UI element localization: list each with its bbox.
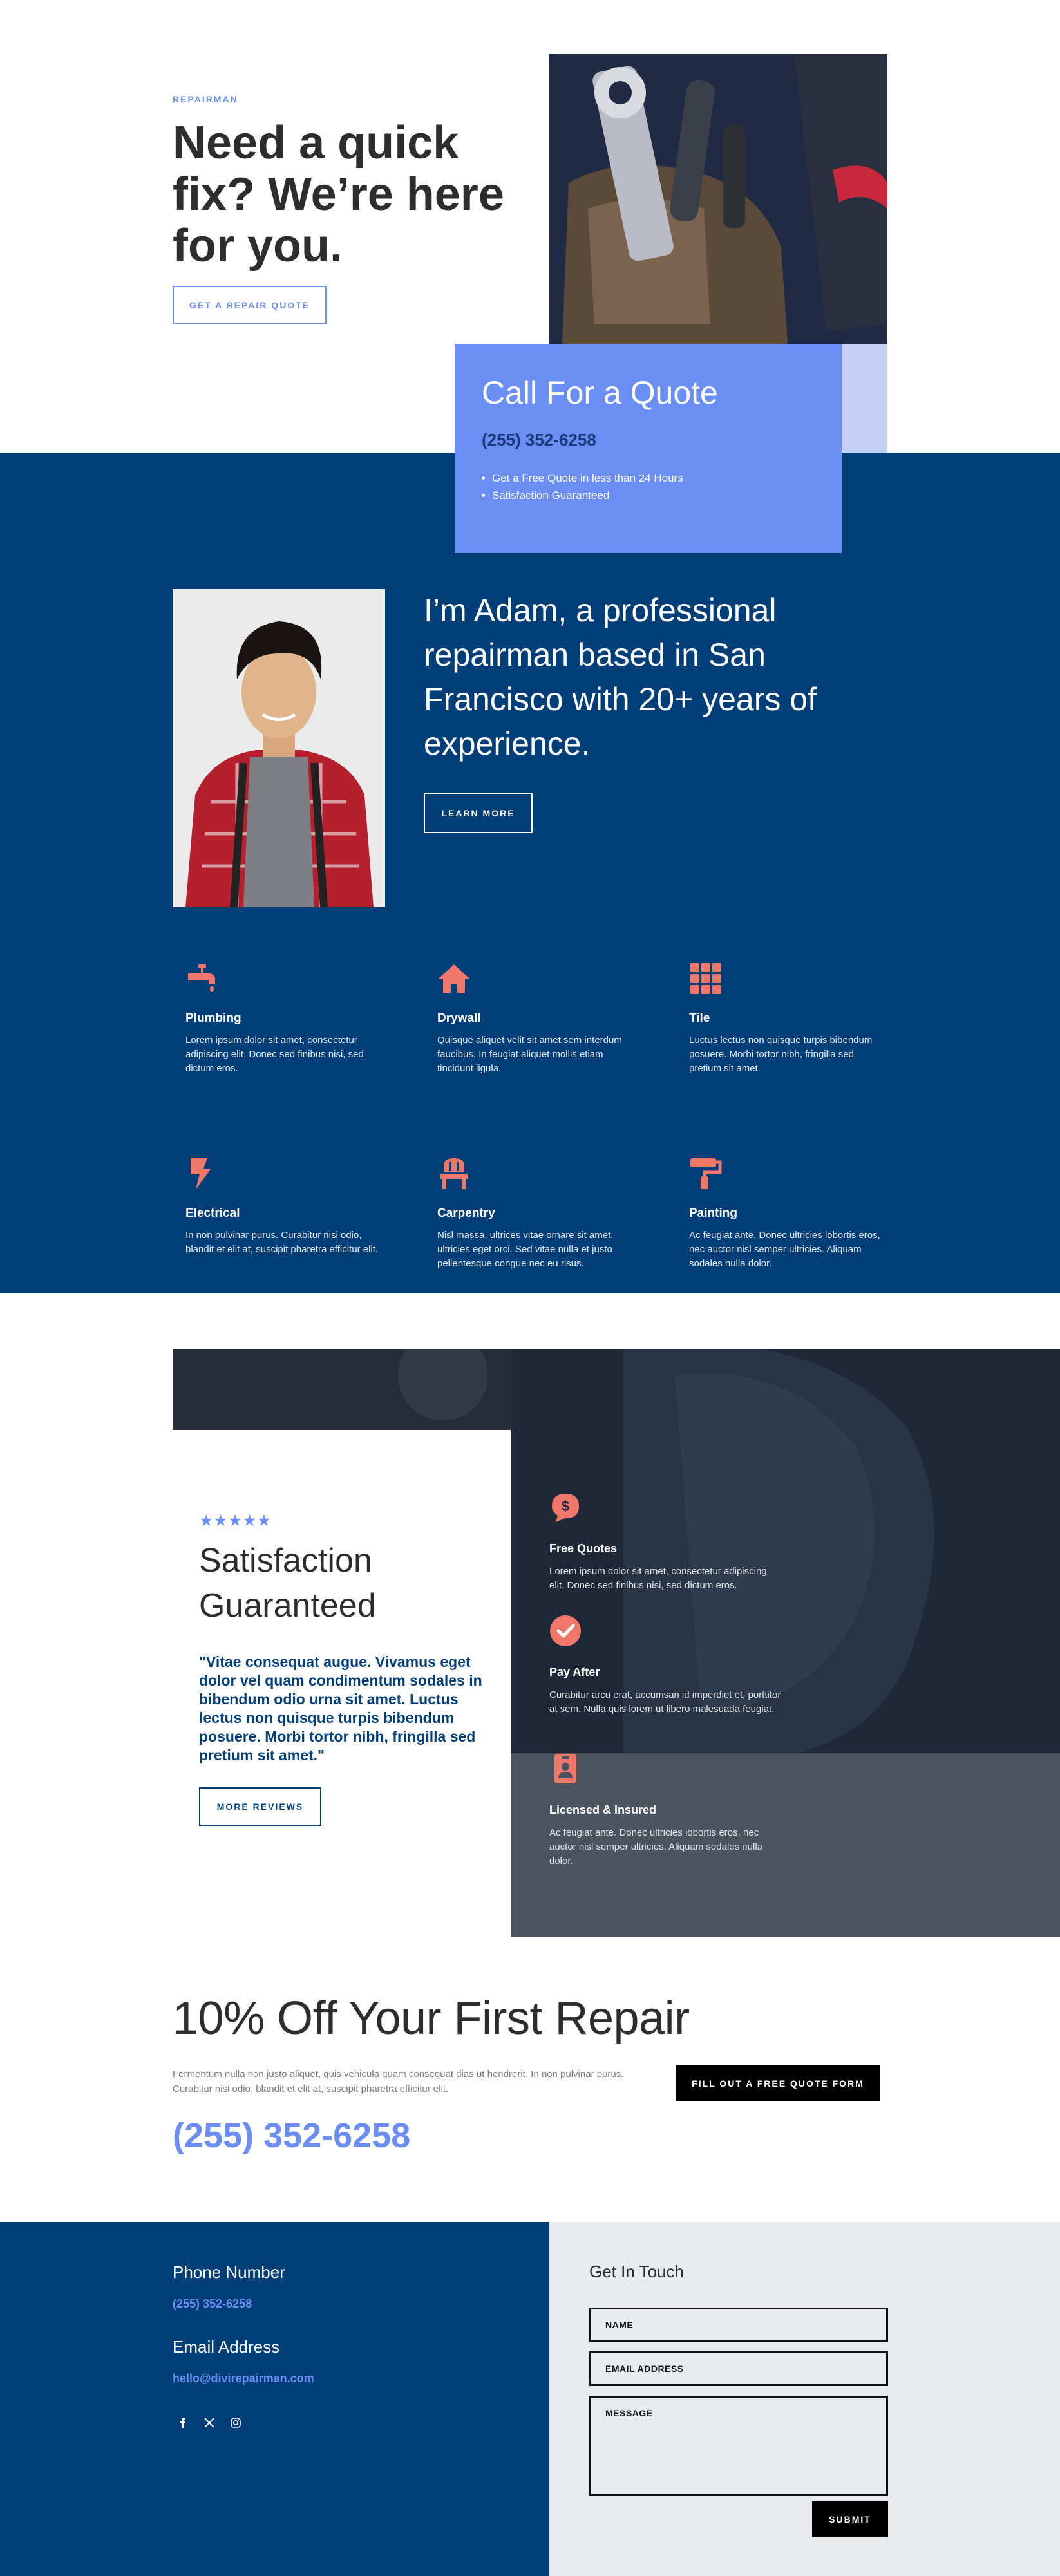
- feature-text: Ac feugiat ante. Donec ultricies loborti…: [549, 1827, 762, 1866]
- feature-text: Lorem ipsum dolor sit amet, consectetur …: [549, 1566, 767, 1591]
- service-painting: Painting Ac feugiat ante. Donec ultricie…: [689, 1157, 882, 1271]
- lightning-icon: [191, 1158, 211, 1189]
- hero-title: Need a quick fix? We’re here for you.: [173, 117, 504, 272]
- id-badge-icon: [554, 1754, 576, 1783]
- feature-title: Licensed & Insured: [549, 1803, 657, 1816]
- service-title: Tile: [689, 1011, 710, 1025]
- tile-grid-icon: [690, 963, 721, 994]
- learn-more-button[interactable]: LEARN MORE: [424, 793, 533, 833]
- list-item: Satisfaction Guaranteed: [482, 487, 815, 504]
- hero-eyebrow: REPAIRMAN: [173, 94, 238, 104]
- email-field[interactable]: EMAIL ADDRESS: [589, 2351, 888, 2386]
- x-icon[interactable]: [200, 2414, 218, 2432]
- service-title: Drywall: [437, 1011, 481, 1025]
- get-repair-quote-button[interactable]: GET A REPAIR QUOTE: [173, 286, 327, 324]
- service-text: In non pulvinar purus. Curabitur nisi od…: [185, 1230, 379, 1255]
- service-text: Ac feugiat ante. Donec ultricies loborti…: [689, 1230, 880, 1269]
- get-in-touch-heading: Get In Touch: [589, 2262, 684, 2281]
- service-tile: Tile Luctus lectus non quisque turpis bi…: [689, 962, 882, 1076]
- service-title: Electrical: [185, 1207, 240, 1220]
- feature-pay-after: Pay After Curabitur arcu erat, accumsan …: [549, 1615, 781, 1716]
- call-for-quote-card: Call For a Quote (255) 352-6258 Get a Fr…: [455, 344, 842, 553]
- service-drywall: Drywall Quisque aliquet velit sit amet s…: [437, 962, 630, 1076]
- service-text: Quisque aliquet velit sit amet sem inter…: [437, 1035, 622, 1074]
- service-text: Lorem ipsum dolor sit amet, consectetur …: [185, 1035, 364, 1074]
- faucet-icon: [188, 964, 215, 992]
- checkmark-icon: [550, 1615, 581, 1646]
- paint-roller-icon: [690, 1158, 722, 1189]
- feature-text: Curabitur arcu erat, accumsan id imperdi…: [549, 1689, 781, 1715]
- service-title: Plumbing: [185, 1011, 241, 1025]
- star-rating-icon: ★★★★★: [199, 1512, 272, 1530]
- service-carpentry: Carpentry Nisl massa, ultrices vitae orn…: [437, 1157, 630, 1271]
- instagram-icon[interactable]: [227, 2414, 245, 2432]
- service-text: Nisl massa, ultrices vitae ornare sit am…: [437, 1230, 614, 1269]
- quote-card-bullets: Get a Free Quote in less than 24 Hours S…: [482, 469, 815, 504]
- phone-heading: Phone Number: [173, 2262, 285, 2282]
- service-title: Carpentry: [437, 1207, 495, 1220]
- name-field[interactable]: NAME: [589, 2308, 888, 2342]
- adam-portrait-photo: [173, 589, 385, 907]
- footer-phone-link[interactable]: (255) 352-6258: [173, 2297, 252, 2311]
- list-item: Get a Free Quote in less than 24 Hours: [482, 469, 815, 487]
- discount-title: 10% Off Your First Repair: [173, 1993, 690, 2044]
- email-heading: Email Address: [173, 2337, 280, 2356]
- feature-licensed-insured: Licensed & Insured Ac feugiat ante. Done…: [549, 1753, 781, 1868]
- dollar-chat-icon: $: [552, 1494, 579, 1522]
- testimonial-quote: "Vitae consequat augue. Vivamus eget dol…: [199, 1653, 482, 1763]
- service-plumbing: Plumbing Lorem ipsum dolor sit amet, con…: [185, 962, 379, 1076]
- satisfaction-title: Satisfaction Guaranteed: [199, 1542, 376, 1624]
- house-icon: [439, 964, 469, 993]
- submit-button[interactable]: SUBMIT: [812, 2501, 888, 2537]
- service-text: Luctus lectus non quisque turpis bibendu…: [689, 1035, 873, 1074]
- service-title: Painting: [689, 1207, 737, 1220]
- chair-icon: [440, 1158, 468, 1189]
- discount-section: 10% Off Your First Repair Fermentum null…: [0, 1937, 1060, 2222]
- facebook-icon[interactable]: [174, 2414, 192, 2432]
- service-electrical: Electrical In non pulvinar purus. Curabi…: [185, 1157, 379, 1257]
- feature-title: Free Quotes: [549, 1542, 618, 1555]
- feature-title: Pay After: [549, 1666, 600, 1678]
- more-reviews-button[interactable]: MORE REVIEWS: [199, 1787, 321, 1826]
- discount-text: Fermentum nulla non justo aliquet, quis …: [173, 2069, 624, 2094]
- discount-phone[interactable]: (255) 352-6258: [173, 2116, 410, 2156]
- testimonial-card: ★★★★★ Satisfaction Guaranteed "Vitae con…: [173, 1430, 511, 1937]
- quote-card-phone[interactable]: (255) 352-6258: [482, 430, 815, 450]
- svg-text:$: $: [562, 1498, 569, 1514]
- quote-card-title: Call For a Quote: [482, 375, 718, 411]
- free-quote-form-button[interactable]: FILL OUT A FREE QUOTE FORM: [676, 2065, 880, 2101]
- message-field[interactable]: MESSAGE: [589, 2396, 888, 2496]
- about-heading: I’m Adam, a professional repairman based…: [424, 592, 817, 762]
- footer-email-link[interactable]: hello@divirepairman.com: [173, 2372, 314, 2385]
- feature-free-quotes: $ Free Quotes Lorem ipsum dolor sit amet…: [549, 1491, 781, 1593]
